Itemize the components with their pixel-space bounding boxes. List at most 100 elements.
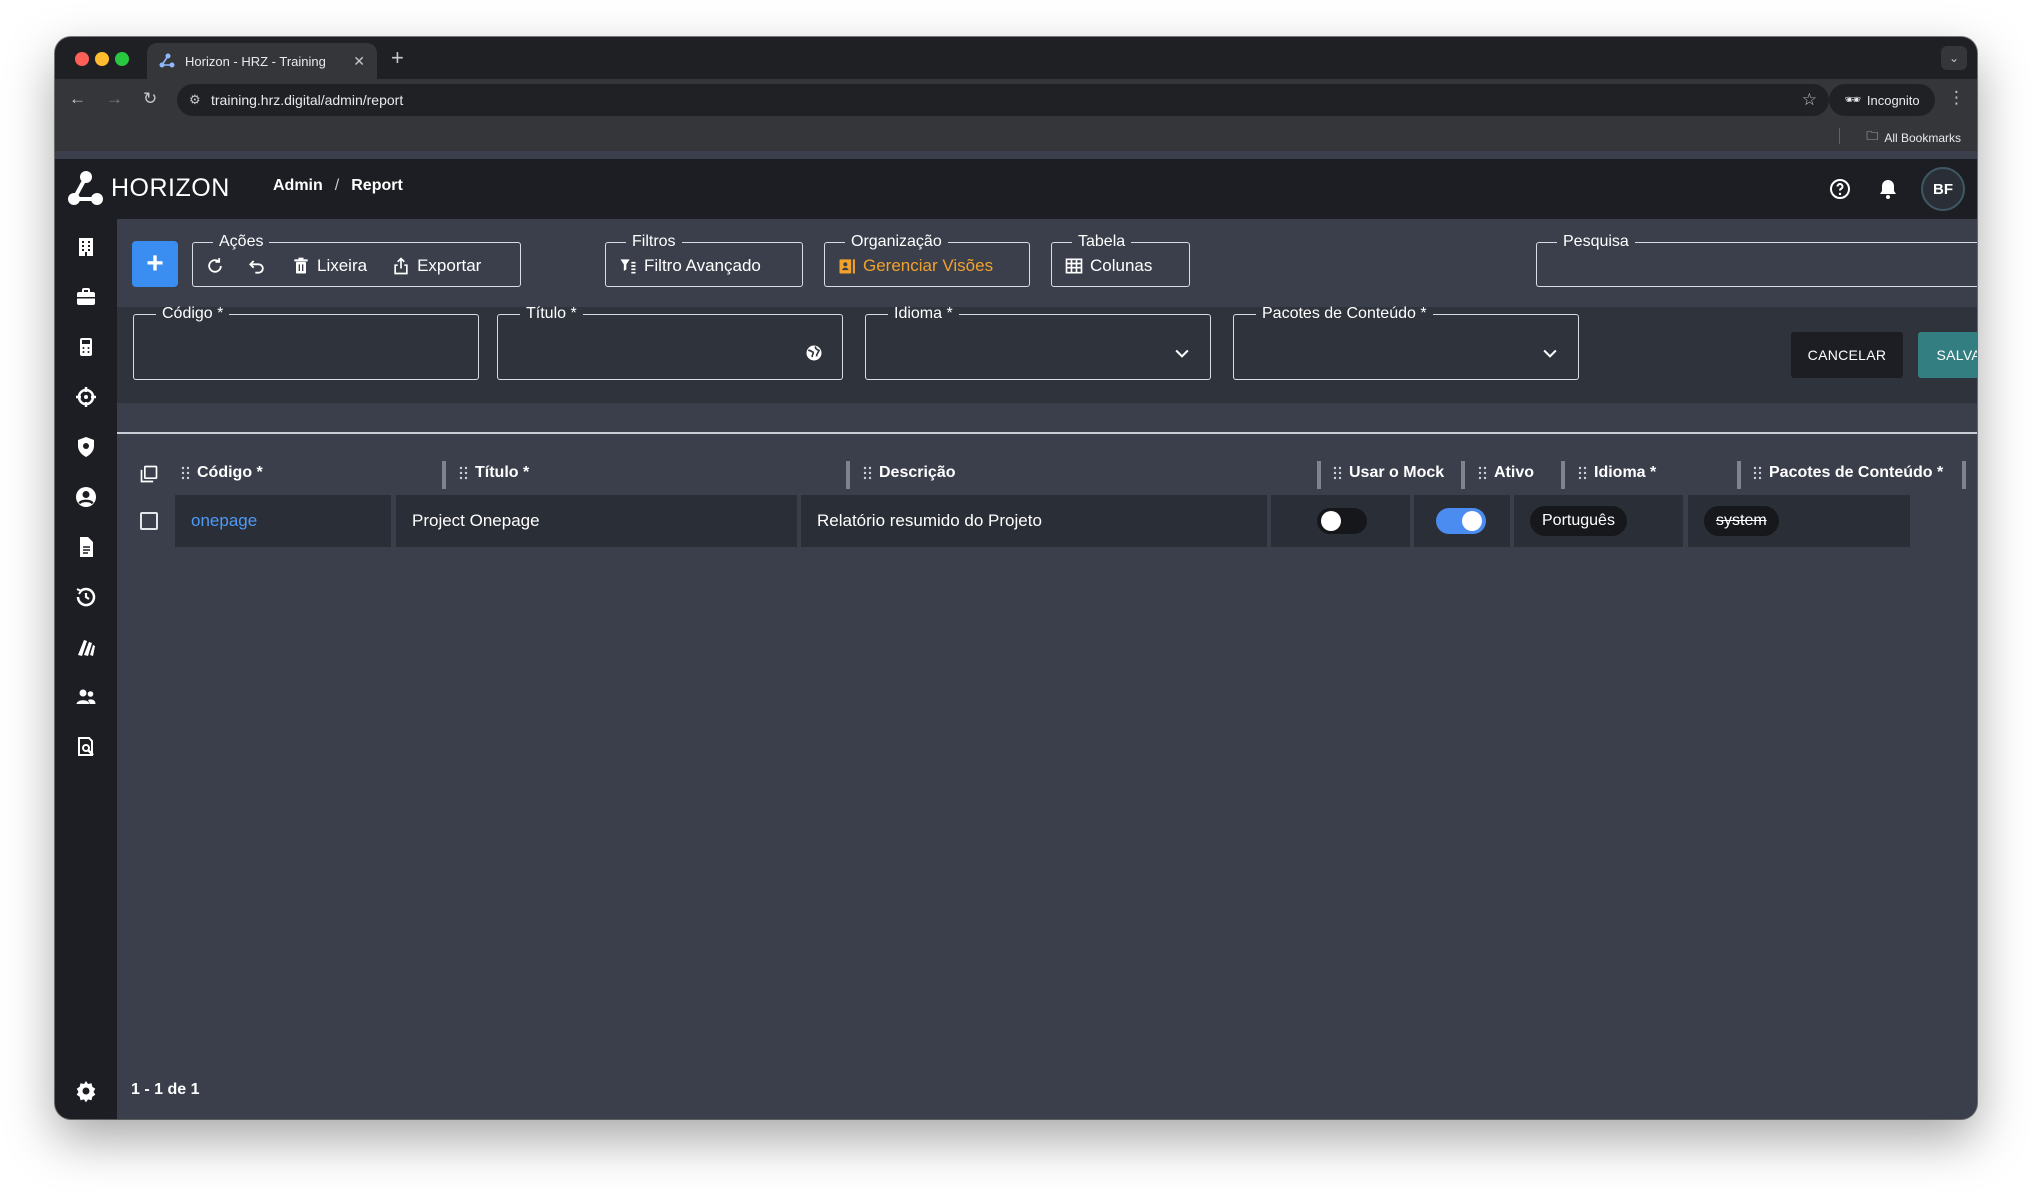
column-label: Código *	[197, 464, 263, 481]
idioma-chip[interactable]: Português	[1530, 506, 1627, 536]
report-search-icon[interactable]	[74, 735, 98, 759]
reload-icon[interactable]: ↻	[143, 89, 157, 109]
breadcrumb-admin[interactable]: Admin	[273, 177, 323, 195]
drag-handle-icon[interactable]	[863, 466, 873, 480]
forward-arrow-icon[interactable]: →	[106, 89, 123, 109]
filtro-avancado-button[interactable]: Filtro Avançado	[618, 256, 761, 276]
cell-codigo[interactable]: onepage	[175, 495, 391, 547]
column-header-ativo[interactable]: Ativo	[1478, 451, 1534, 495]
drag-handle-icon[interactable]	[1753, 466, 1763, 480]
titulo-field[interactable]: Título *	[497, 305, 843, 380]
address-bar[interactable]: ⚙ training.hrz.digital/admin/report ☆	[177, 84, 1829, 116]
column-header-codigo[interactable]: Código *	[181, 451, 263, 495]
gerenciar-visoes-label: Gerenciar Visões	[863, 256, 994, 275]
cell-usar-mock	[1271, 495, 1410, 547]
column-header-usar-mock[interactable]: Usar o Mock	[1333, 451, 1444, 495]
column-resize-handle[interactable]	[846, 461, 850, 489]
incognito-badge[interactable]: 🕶 Incognito	[1829, 84, 1935, 116]
chrome-menu-icon[interactable]: ⋮	[1948, 88, 1965, 108]
minimize-window-button[interactable]	[95, 52, 109, 66]
document-icon[interactable]	[74, 535, 98, 559]
users-icon[interactable]	[74, 685, 98, 709]
drag-handle-icon[interactable]	[1333, 466, 1343, 480]
all-bookmarks-button[interactable]: 🗀 All Bookmarks	[1866, 127, 1961, 148]
table-row[interactable]: onepage Project Onepage Relatório resumi…	[117, 495, 1977, 547]
ativo-toggle[interactable]	[1436, 508, 1486, 534]
select-all-icon[interactable]	[139, 464, 159, 484]
column-header-idioma[interactable]: Idioma *	[1578, 451, 1656, 495]
toggle-knob	[1321, 511, 1341, 531]
avatar[interactable]: BF	[1921, 167, 1965, 211]
titulo-legend: Título *	[526, 305, 577, 322]
drag-handle-icon[interactable]	[181, 466, 191, 480]
chevron-down-icon[interactable]	[1172, 343, 1192, 363]
column-resize-handle[interactable]	[1962, 461, 1966, 489]
bookmark-star-icon[interactable]: ☆	[1802, 90, 1817, 110]
column-resize-handle[interactable]	[1317, 461, 1321, 489]
site-info-icon[interactable]: ⚙	[189, 92, 211, 108]
pacotes-chip[interactable]: system	[1704, 506, 1779, 536]
user-circle-icon[interactable]	[74, 485, 98, 509]
globe-icon[interactable]	[804, 343, 824, 363]
colunas-button[interactable]: Colunas	[1064, 256, 1152, 276]
exportar-button[interactable]: Exportar	[391, 256, 481, 276]
refresh-icon	[208, 258, 222, 273]
column-header-pacotes[interactable]: Pacotes de Conteúdo *	[1753, 451, 1943, 495]
close-window-button[interactable]	[75, 52, 89, 66]
browser-tab[interactable]: Horizon - HRZ - Training ✕	[147, 43, 377, 79]
column-label: Pacotes de Conteúdo *	[1769, 464, 1944, 481]
idioma-legend: Idioma *	[894, 305, 953, 322]
calculator-icon[interactable]	[74, 335, 98, 359]
help-icon[interactable]	[1828, 177, 1852, 201]
bell-icon[interactable]	[1876, 177, 1900, 201]
history-icon[interactable]	[74, 585, 98, 609]
row-checkbox[interactable]	[140, 512, 158, 530]
back-arrow-icon[interactable]: ←	[69, 89, 86, 109]
idioma-select[interactable]: Idioma *	[865, 305, 1211, 380]
add-button[interactable]: +	[132, 241, 178, 287]
colunas-label: Colunas	[1090, 256, 1153, 275]
pacotes-select[interactable]: Pacotes de Conteúdo *	[1233, 306, 1579, 380]
all-bookmarks-label: All Bookmarks	[1884, 130, 1961, 145]
column-label: Usar o Mock	[1349, 464, 1445, 481]
cancel-button[interactable]: CANCELAR	[1791, 332, 1903, 378]
drag-handle-icon[interactable]	[459, 466, 469, 480]
column-resize-handle[interactable]	[1561, 461, 1565, 489]
cell-titulo[interactable]: Project Onepage	[396, 495, 797, 547]
cell-descricao[interactable]: Relatório resumido do Projeto	[801, 495, 1267, 547]
tab-search-icon[interactable]: ⌄	[1941, 46, 1967, 70]
lixeira-button[interactable]: Lixeira	[291, 256, 367, 276]
app-header: HORIZON Admin / Report BF	[55, 159, 1977, 219]
chevron-down-icon[interactable]	[1540, 343, 1560, 363]
tabela-legend: Tabela	[1078, 233, 1126, 250]
tab-close-icon[interactable]: ✕	[353, 53, 365, 70]
drag-handle-icon[interactable]	[1478, 466, 1488, 480]
column-resize-handle[interactable]	[1461, 461, 1465, 489]
pesquisa-field[interactable]: Pesquisa	[1536, 234, 1977, 287]
layers-icon[interactable]	[74, 635, 98, 659]
codigo-field[interactable]: Código *	[133, 306, 479, 380]
crosshair-icon[interactable]	[74, 385, 98, 409]
new-tab-icon[interactable]: +	[391, 45, 404, 71]
toggle-knob	[1462, 511, 1482, 531]
column-header-descricao[interactable]: Descrição	[863, 451, 956, 495]
building-icon[interactable]	[74, 235, 98, 259]
gerenciar-visoes-button[interactable]: Gerenciar Visões	[837, 256, 993, 276]
maximize-window-button[interactable]	[115, 52, 129, 66]
column-header-titulo[interactable]: Título *	[459, 451, 529, 495]
save-button[interactable]: SALVAR	[1918, 332, 1977, 378]
url-text[interactable]: training.hrz.digital/admin/report	[211, 92, 403, 108]
usar-mock-toggle[interactable]	[1317, 508, 1367, 534]
column-resize-handle[interactable]	[442, 461, 446, 489]
drag-handle-icon[interactable]	[1578, 466, 1588, 480]
new-record-form: Código * Título * Idioma * Pacotes de Co…	[117, 305, 1977, 403]
undo-button[interactable]	[247, 256, 267, 276]
shield-icon[interactable]	[74, 435, 98, 459]
undo-icon	[249, 260, 264, 274]
column-label: Idioma *	[1594, 464, 1657, 481]
refresh-button[interactable]	[205, 256, 225, 276]
horizon-logo[interactable]: HORIZON	[67, 169, 230, 207]
briefcase-icon[interactable]	[74, 285, 98, 309]
column-resize-handle[interactable]	[1737, 461, 1741, 489]
gear-icon[interactable]	[74, 1079, 98, 1103]
